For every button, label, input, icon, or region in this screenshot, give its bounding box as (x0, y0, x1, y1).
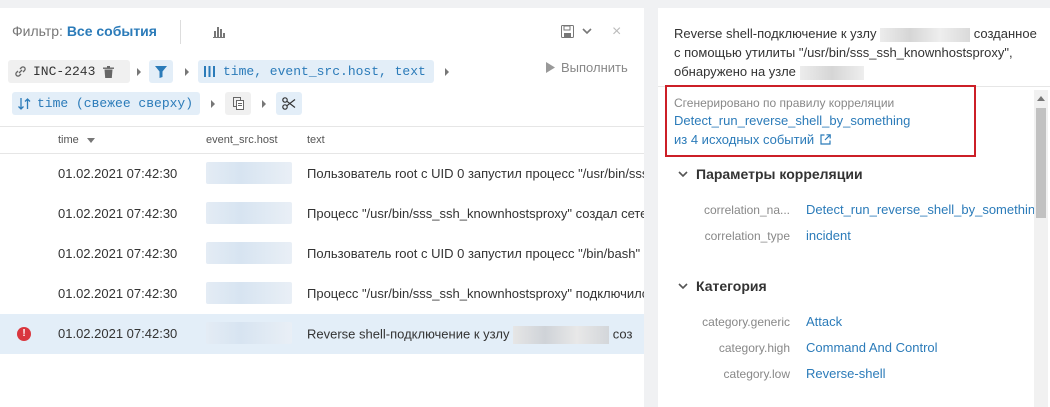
redacted-host (880, 27, 971, 42)
funnel-icon (155, 65, 167, 78)
field-value[interactable]: incident (806, 228, 851, 243)
pipe-arrow (211, 100, 215, 108)
field-key: correlation_type (704, 229, 790, 243)
row-time: 01.02.2021 07:42:30 (58, 206, 178, 221)
source-events-link[interactable]: из 4 исходных событий (674, 132, 831, 147)
columns-icon (204, 66, 215, 77)
sort-desc-icon (86, 137, 95, 143)
field-value[interactable]: Command And Control (806, 340, 938, 355)
scroll-up-icon[interactable] (1037, 96, 1045, 101)
filter-label: Фильтр: (12, 23, 63, 39)
event-title: Reverse shell-подключение к узлу созданн… (674, 24, 1044, 81)
scissors-icon (282, 97, 296, 110)
field-key: category.high (718, 341, 790, 355)
pipe-arrow (262, 100, 266, 108)
section-category[interactable]: Категория (678, 278, 767, 294)
fields-list: time, event_src.host, text (223, 64, 426, 79)
section-correlation[interactable]: Параметры корреляции (678, 166, 863, 182)
pipe-arrow (185, 68, 189, 76)
row-time: 01.02.2021 07:42:30 (58, 246, 178, 261)
scrollbar-thumb[interactable] (1036, 108, 1046, 218)
source-events-label: из 4 исходных событий (674, 132, 815, 147)
row-text-part2: соз (612, 326, 633, 342)
filter-title[interactable]: Фильтр: Все события (12, 23, 157, 39)
run-button[interactable]: Выполнить (546, 60, 628, 75)
table-row-selected[interactable]: ! 01.02.2021 07:42:30 Reverse shell-подк… (0, 314, 644, 354)
row-host-redacted (206, 162, 292, 184)
run-label: Выполнить (561, 60, 628, 75)
error-icon: ! (17, 327, 31, 341)
events-panel: Фильтр: Все события × INC-2243 time, eve… (0, 8, 644, 407)
play-icon (546, 62, 555, 73)
row-time: 01.02.2021 07:42:30 (58, 326, 178, 341)
header-divider (180, 20, 181, 44)
redacted-host (799, 65, 864, 80)
redacted-host (513, 326, 610, 344)
row-text-part1: Reverse shell-подключение к узлу (307, 326, 510, 342)
table-header: time event_src.host text (0, 126, 644, 154)
chart-icon[interactable] (212, 24, 226, 38)
sort-value: time (свежее сверху) (37, 96, 194, 111)
sort-icon (18, 97, 31, 110)
field-key: correlation_na... (703, 203, 790, 217)
row-host-redacted (206, 322, 292, 344)
col-host[interactable]: event_src.host (206, 134, 278, 146)
close-icon[interactable]: × (612, 23, 621, 41)
filter-value[interactable]: Все события (67, 23, 157, 39)
pipe-arrow (445, 68, 449, 76)
row-text: Пользователь root с UID 0 запустил проце… (307, 246, 641, 261)
copy-icon (232, 97, 244, 110)
save-icon[interactable] (561, 25, 574, 38)
col-time[interactable]: time (58, 134, 95, 146)
row-host-redacted (206, 202, 292, 224)
row-host-redacted (206, 282, 292, 304)
external-link-icon (820, 134, 831, 145)
event-detail-panel: Reverse shell-подключение к узлу созданн… (658, 8, 1050, 407)
field-value[interactable]: Reverse-shell (806, 366, 885, 381)
field-key: category.low (723, 367, 790, 381)
event-title-part1: Reverse shell-подключение к узлу (674, 26, 877, 41)
chevron-down-icon (678, 170, 688, 177)
col-text[interactable]: text (307, 134, 325, 146)
table-row[interactable]: 01.02.2021 07:42:30 Пользователь root с … (0, 234, 644, 274)
row-text: Процесс "/usr/bin/sss_ssh_knownhostsprox… (307, 206, 644, 221)
row-text: Пользователь root с UID 0 запустил проце… (307, 166, 644, 181)
rule-name-link[interactable]: Detect_run_reverse_shell_by_something (674, 113, 910, 128)
table-row[interactable]: 01.02.2021 07:42:30 Процесс "/usr/bin/ss… (0, 194, 644, 234)
scrollbar[interactable] (1034, 90, 1048, 407)
incident-id: INC-2243 (33, 64, 96, 79)
incident-chip[interactable]: INC-2243 (8, 60, 130, 83)
row-time: 01.02.2021 07:42:30 (58, 286, 178, 301)
filter-chip[interactable] (149, 60, 173, 83)
section-title: Категория (696, 278, 767, 294)
field-value[interactable]: Detect_run_reverse_shell_by_something (806, 202, 1042, 217)
chevron-down-icon (678, 282, 688, 289)
sort-chip[interactable]: time (свежее сверху) (12, 92, 200, 115)
field-value[interactable]: Attack (806, 314, 842, 329)
chevron-down-icon[interactable] (582, 28, 592, 35)
trash-icon[interactable] (103, 65, 115, 78)
fields-chip[interactable]: time, event_src.host, text (198, 60, 434, 83)
row-text: Reverse shell-подключение к узлу соз (307, 326, 632, 344)
cut-chip[interactable] (276, 92, 302, 115)
table-row[interactable]: 01.02.2021 07:42:30 Процесс "/usr/bin/ss… (0, 274, 644, 314)
pipe-arrow (137, 68, 141, 76)
field-key: category.generic (702, 315, 790, 329)
copy-chip[interactable] (225, 92, 251, 115)
col-time-label: time (58, 134, 79, 146)
table-row[interactable]: 01.02.2021 07:42:30 Пользователь root с … (0, 154, 644, 194)
section-title: Параметры корреляции (696, 166, 863, 182)
row-text: Процесс "/usr/bin/sss_ssh_knownhostsprox… (307, 286, 644, 301)
link-icon (15, 66, 26, 77)
row-time: 01.02.2021 07:42:30 (58, 166, 178, 181)
row-host-redacted (206, 242, 292, 264)
rule-label: Сгенерировано по правилу корреляции (674, 96, 895, 110)
